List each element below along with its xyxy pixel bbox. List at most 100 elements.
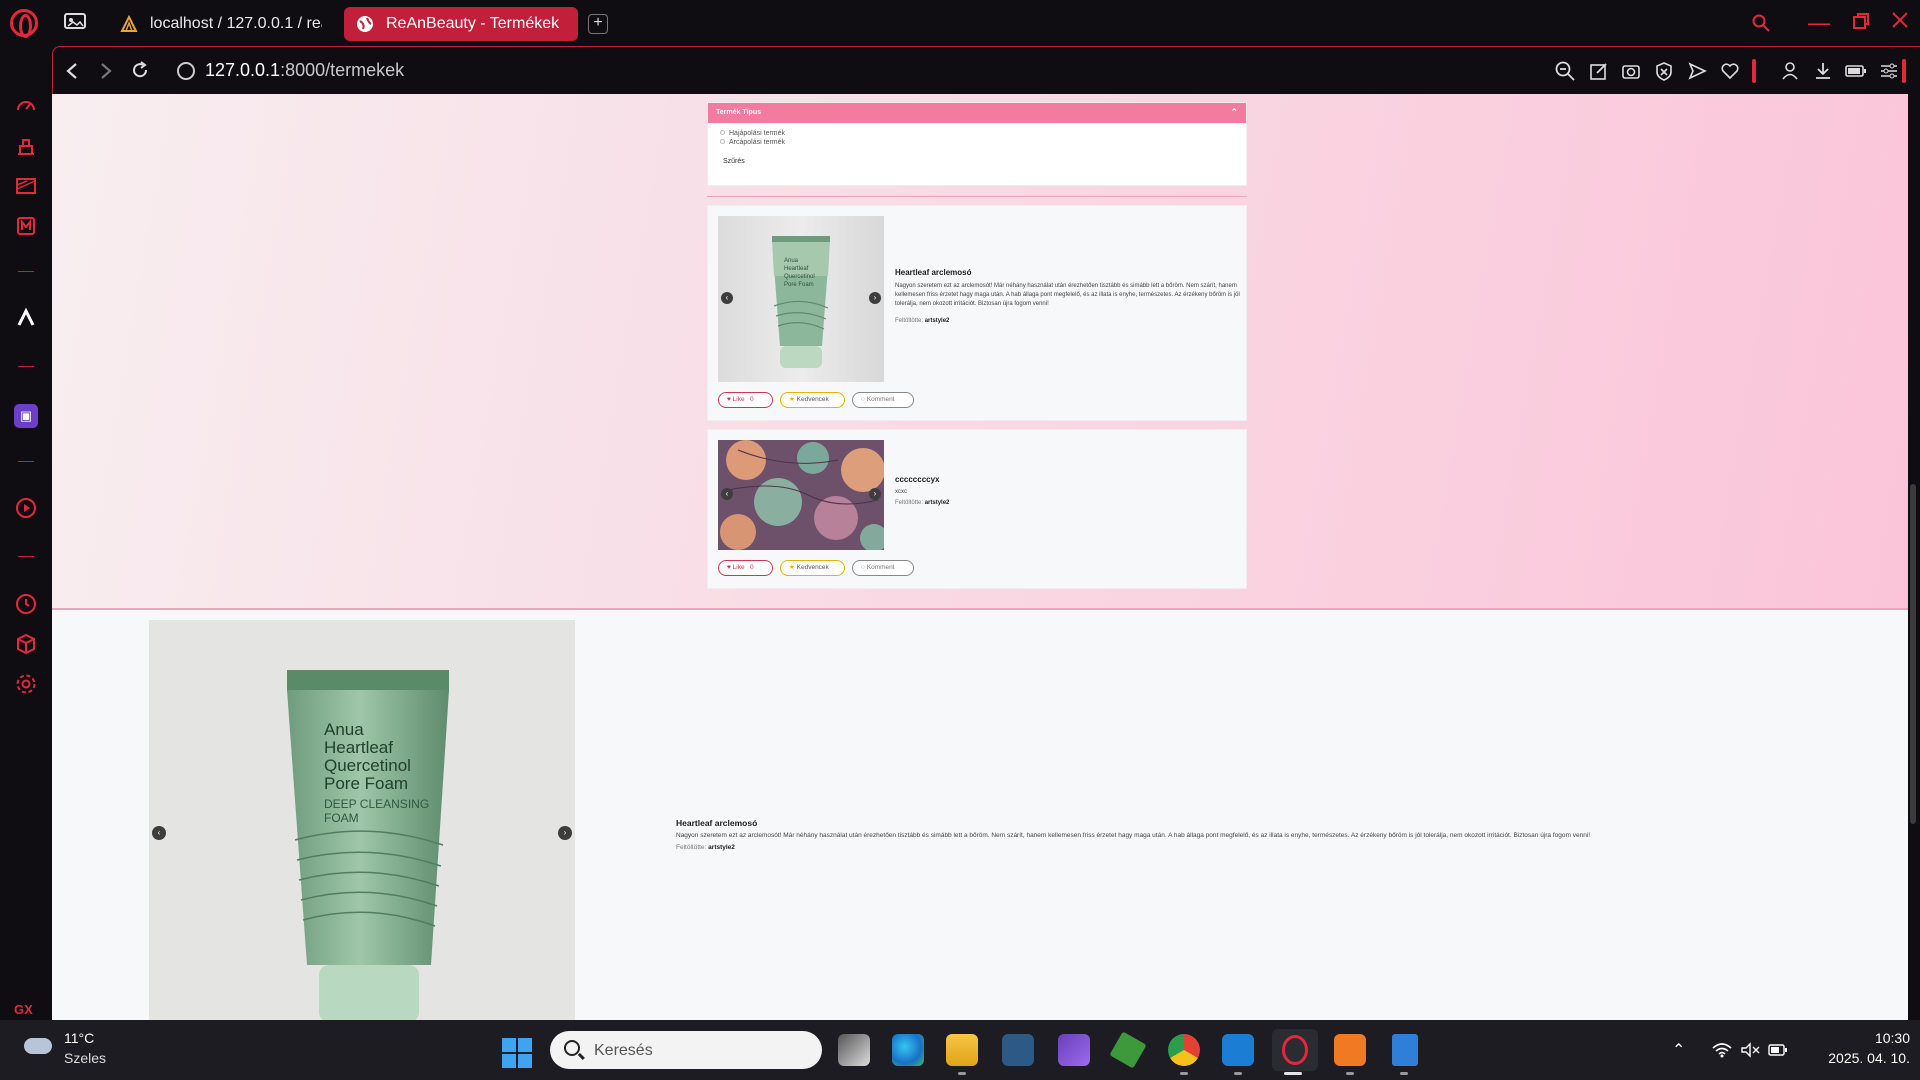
gx-control-icon[interactable]: [14, 94, 38, 118]
comment-button[interactable]: ○ Komment: [852, 392, 914, 408]
easy-setup-icon[interactable]: [1879, 61, 1899, 81]
carousel-next-icon[interactable]: ›: [869, 292, 881, 304]
carousel-prev-icon[interactable]: ‹: [721, 488, 733, 500]
mysql-workbench-icon[interactable]: [1002, 1034, 1034, 1066]
restore-icon[interactable]: [1852, 12, 1870, 30]
chevron-up-icon[interactable]: ⌃: [1230, 107, 1238, 118]
like-label: Like: [732, 396, 745, 403]
carousel-prev-icon[interactable]: ‹: [721, 292, 733, 304]
wifi-icon[interactable]: [1712, 1042, 1732, 1058]
sidebar-toggle[interactable]: [1902, 59, 1906, 83]
carousel-next-icon[interactable]: ›: [869, 488, 881, 500]
filter-title: Termék Típus: [716, 109, 761, 116]
running-indicator: [1180, 1072, 1188, 1075]
back-icon[interactable]: [65, 62, 79, 80]
start-button[interactable]: [502, 1038, 532, 1068]
mods-icon[interactable]: [14, 214, 38, 238]
taskbar-search[interactable]: Keresés: [550, 1031, 822, 1069]
wallpaper-icon[interactable]: [14, 174, 38, 198]
uploader-name: artstyle2: [924, 318, 950, 324]
player-icon[interactable]: [14, 496, 38, 520]
opera-logo-icon[interactable]: [10, 9, 38, 38]
filter-option[interactable]: Hajápolási termék: [708, 123, 1246, 137]
weather-description[interactable]: Szeles: [64, 1050, 106, 1066]
profile-icon[interactable]: [1780, 61, 1800, 81]
file-explorer-icon[interactable]: [946, 1034, 978, 1066]
page-viewport: Termék Típus ⌃ Hajápolási termék Arcápol…: [52, 94, 1908, 1020]
extensions-icon[interactable]: [14, 632, 38, 656]
running-indicator: [1234, 1072, 1242, 1075]
vscode-icon[interactable]: [1222, 1034, 1254, 1066]
notepad-icon[interactable]: [1392, 1034, 1418, 1066]
sidebar-separator: [18, 461, 34, 462]
scrollbar-thumb[interactable]: [1910, 484, 1916, 824]
zoom-out-icon[interactable]: [1555, 61, 1575, 81]
volume-muted-icon[interactable]: [1740, 1042, 1760, 1058]
carousel-next-icon[interactable]: ›: [558, 826, 572, 840]
tube-print-text: FOAM: [324, 811, 359, 825]
favorite-button[interactable]: ★ Kedvencek: [780, 560, 845, 576]
opera-gx-taskbar-icon[interactable]: [1272, 1029, 1318, 1071]
gx-cleaner-icon[interactable]: [14, 134, 38, 158]
product-card: ‹ › ccccccccyx xcxc Feltöltötte: artstyl…: [707, 429, 1247, 589]
edge-icon[interactable]: [892, 1034, 924, 1066]
tube-print-text: Pore Foam: [784, 282, 814, 288]
send-icon[interactable]: [1687, 61, 1707, 81]
comment-button[interactable]: ○ Komment: [852, 560, 914, 576]
clock-date[interactable]: 2025. 04. 10.: [1812, 1050, 1910, 1066]
filter-submit-button[interactable]: Szűrés: [708, 146, 1246, 177]
task-view-icon[interactable]: [838, 1034, 870, 1066]
product-detail-title: Heartleaf arclemosó: [676, 818, 758, 828]
download-icon[interactable]: [1813, 61, 1833, 81]
battery-icon[interactable]: [1768, 1043, 1788, 1057]
like-button[interactable]: ♥ Like 0: [718, 560, 773, 576]
history-icon[interactable]: [14, 592, 38, 616]
clock-time[interactable]: 10:30: [1860, 1030, 1910, 1046]
product-detail-image: Anua Heartleaf Quercetinol Pore Foam DEE…: [149, 620, 575, 1020]
weather-temperature[interactable]: 11°C: [64, 1030, 94, 1046]
search-icon[interactable]: [1752, 14, 1770, 32]
tab-label: localhost / 127.0.0.1 / rean: [150, 15, 322, 32]
page-scrollbar[interactable]: [1908, 94, 1920, 1020]
radio-icon[interactable]: [720, 130, 725, 135]
minimize-icon[interactable]: —: [1808, 10, 1830, 36]
aria-icon[interactable]: [14, 306, 38, 330]
edit-icon[interactable]: [1589, 61, 1609, 81]
filter-header[interactable]: Termék Típus ⌃: [708, 103, 1246, 123]
phpmyadmin-icon: [120, 15, 138, 32]
like-button[interactable]: ♥ Like 0: [718, 392, 773, 408]
heart-icon[interactable]: [1720, 61, 1740, 81]
nodejs-icon[interactable]: [1109, 1031, 1147, 1069]
battery-saver-icon[interactable]: [1845, 63, 1867, 79]
radio-icon[interactable]: [720, 139, 725, 144]
weather-wind-icon[interactable]: [24, 1038, 52, 1054]
close-icon[interactable]: [1891, 11, 1909, 29]
tab-islands-icon[interactable]: [64, 12, 88, 32]
filter-panel: Termék Típus ⌃ Hajápolási termék Arcápol…: [707, 102, 1247, 186]
product-title: Heartleaf arclemosó: [895, 268, 972, 277]
site-info-icon[interactable]: [177, 62, 195, 80]
chrome-icon[interactable]: [1168, 1034, 1200, 1066]
settings-icon[interactable]: [14, 672, 38, 696]
running-indicator: [1346, 1072, 1354, 1075]
forward-icon[interactable]: [99, 62, 113, 80]
like-label: Like: [732, 564, 745, 571]
carousel-prev-icon[interactable]: ‹: [152, 826, 166, 840]
reload-icon[interactable]: [131, 61, 149, 79]
camera-icon[interactable]: [1621, 61, 1641, 81]
tab-reanbeauty[interactable]: ReAnBeauty - Termékek: [344, 7, 578, 41]
url-field[interactable]: 127.0.0.1:8000/termekek: [205, 60, 404, 81]
sidebar-separator: [18, 271, 34, 272]
star-icon: ★: [789, 564, 795, 571]
filter-option[interactable]: Arcápolási termék: [708, 137, 1246, 146]
product-card: Anua Heartleaf Quercetinol Pore Foam ‹ ›…: [707, 205, 1247, 421]
adblock-icon[interactable]: [1654, 61, 1674, 81]
tray-overflow-icon[interactable]: ⌃: [1672, 1040, 1685, 1060]
gx-logo-icon[interactable]: GX: [14, 1002, 33, 1017]
favorite-button[interactable]: ★ Kedvencek: [780, 392, 845, 408]
visual-studio-icon[interactable]: [1058, 1034, 1090, 1066]
tab-phpmyadmin[interactable]: localhost / 127.0.0.1 / rean: [108, 7, 334, 41]
xampp-icon[interactable]: [1334, 1034, 1366, 1066]
new-tab-button[interactable]: +: [588, 14, 608, 34]
twitch-icon[interactable]: ▣: [14, 404, 38, 428]
